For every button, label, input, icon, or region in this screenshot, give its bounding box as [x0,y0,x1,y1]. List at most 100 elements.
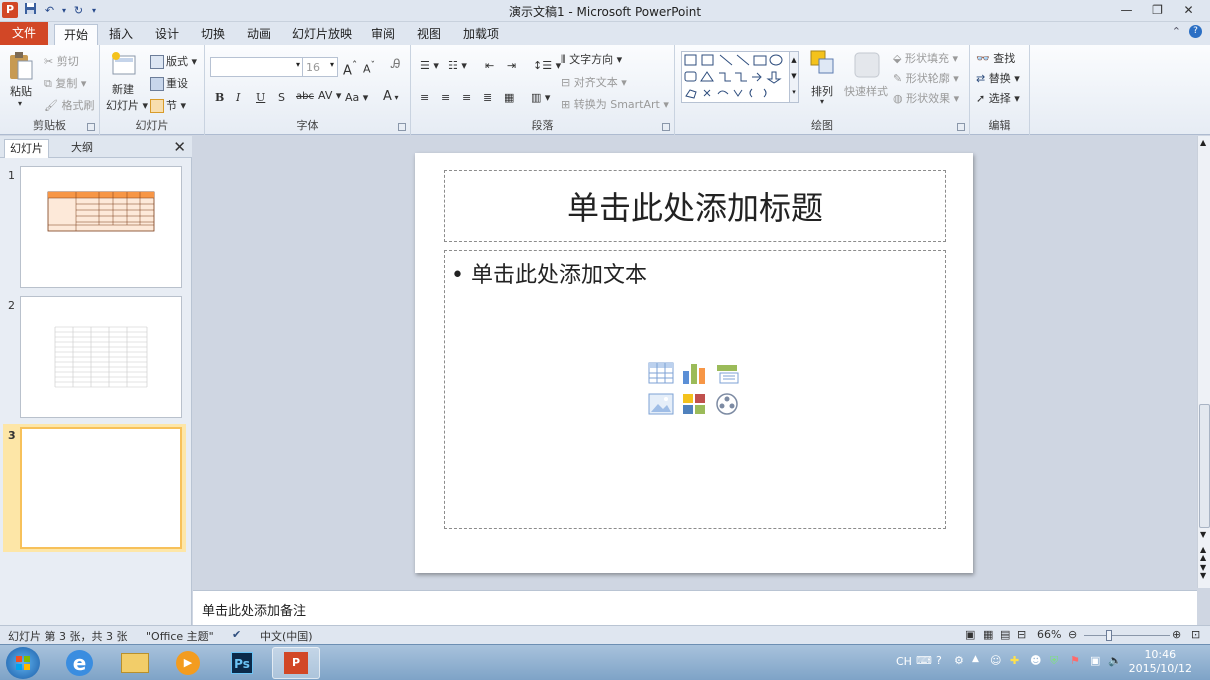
shape-fill-button[interactable]: ⬙ 形状填充 ▾ [893,50,958,66]
format-painter-button[interactable]: 🖌 格式刷 [44,97,94,113]
plus-tray-icon[interactable]: ✚ [1010,654,1019,667]
slide-thumbnail-3[interactable] [17,424,185,552]
powerpoint-taskbar-icon[interactable]: P [272,647,320,679]
scroll-up-icon[interactable]: ▲ [1200,138,1206,147]
clear-format-icon[interactable]: Ꭿ [391,57,400,72]
shape-effects-button[interactable]: ◍ 形状效果 ▾ [893,90,959,106]
char-spacing-icon[interactable]: AV ▾ [318,89,341,102]
maximize-button[interactable]: ❐ [1142,0,1173,20]
tab-design[interactable]: 设计 [150,24,184,45]
fit-slide-icon[interactable]: ⊡ [1191,628,1200,641]
tab-review[interactable]: 审阅 [366,24,400,45]
theme-status[interactable]: "Office 主题" [146,628,214,644]
start-button[interactable] [6,647,40,679]
zoom-slider-thumb[interactable] [1106,630,1112,641]
arrange-icon[interactable] [809,49,837,80]
reset-button[interactable]: 重设 [150,75,188,91]
align-right-icon[interactable]: ≡ [462,91,471,104]
text-direction-button[interactable]: ⫴ 文字方向 ▾ [561,51,622,67]
clipboard-launcher-icon[interactable] [87,123,95,131]
reading-view-icon[interactable]: ▤ [1000,628,1010,641]
close-pane-icon[interactable]: ✕ [173,138,186,156]
ime-settings-icon[interactable]: ⚙ [954,654,964,667]
new-slide-icon[interactable] [110,51,138,80]
paste-dropdown-icon[interactable]: ▾ [18,99,22,108]
strikethrough-icon[interactable]: abc [296,91,314,102]
italic-icon[interactable]: I [236,91,240,104]
shrink-font-icon[interactable]: Aˇ [363,60,375,76]
scroll-thumb[interactable] [1199,404,1210,528]
insert-chart-icon[interactable] [681,361,707,385]
vertical-scrollbar[interactable]: ▲ ▼ ▲ ▲ ▼ ▼ [1197,136,1210,588]
shapes-gallery[interactable] [681,51,799,103]
replace-button[interactable]: ⇄ 替换 ▾ [976,70,1020,86]
slideshow-view-icon[interactable]: ⊟ [1017,628,1026,641]
scroll-down-icon[interactable]: ▼ [1200,530,1206,539]
spellcheck-icon[interactable]: ✔ [232,628,241,641]
shadow-icon[interactable]: S [278,91,285,104]
ie-icon[interactable]: e [56,647,104,679]
font-color-icon[interactable]: A ▾ [383,89,398,104]
insert-clipart-icon[interactable] [681,392,707,416]
align-center-icon[interactable]: ≡ [441,91,450,104]
bullets-icon[interactable]: ☰ ▾ [420,59,439,72]
user-tray-icon[interactable]: ☺ [990,654,1001,667]
tab-addins[interactable]: 加载项 [458,24,504,45]
justify-icon[interactable]: ≣ [483,91,492,104]
zoom-in-icon[interactable]: ⊕ [1172,628,1181,641]
quick-styles-icon[interactable] [853,51,881,82]
sorter-view-icon[interactable]: ▦ [983,628,993,641]
gallery-scroll-icon[interactable]: ▲ ▼ ▾ [789,51,799,103]
keyboard-icon[interactable]: ⌨ [916,654,932,667]
insert-smartart-icon[interactable] [714,361,740,385]
tab-slides[interactable]: 幻灯片 [4,139,49,158]
tab-slideshow[interactable]: 幻灯片放映 [288,24,356,45]
new-slide-label-top[interactable]: 新建 [112,81,134,97]
title-placeholder[interactable]: 单击此处添加标题 [444,170,946,242]
insert-media-icon[interactable] [714,392,740,416]
insert-table-icon[interactable] [648,361,674,385]
copy-button[interactable]: ⧉ 复制 ▾ [44,75,86,91]
photoshop-icon[interactable]: Ps [218,647,266,679]
chevron-down-icon[interactable]: ▾ [820,97,824,106]
qq-tray-icon[interactable]: ☻ [1030,654,1041,667]
zoom-out-icon[interactable]: ⊖ [1068,628,1077,641]
previous-slide-icon[interactable]: ▲ ▲ [1200,546,1206,562]
tab-animations[interactable]: 动画 [242,24,276,45]
content-placeholder[interactable]: • 单击此处添加文本 [444,250,946,529]
tab-view[interactable]: 视图 [412,24,446,45]
shield-icon[interactable]: ⛨ [1050,654,1058,668]
explorer-icon[interactable] [110,647,158,679]
increase-indent-icon[interactable]: ⇥ [507,59,516,72]
next-slide-icon[interactable]: ▼ ▼ [1200,564,1206,580]
slide-thumbnail-1[interactable] [20,166,182,288]
paste-label[interactable]: 粘贴 [10,83,32,99]
select-button[interactable]: ➚ 选择 ▾ [976,90,1020,106]
quick-styles-label[interactable]: 快速样式 [844,83,888,99]
paragraph-launcher-icon[interactable] [662,123,670,131]
section-button[interactable]: 节 ▾ [150,97,186,113]
drawing-launcher-icon[interactable] [957,123,965,131]
distributed-icon[interactable]: ▦ [504,91,514,104]
language-status[interactable]: 中文(中国) [260,628,313,644]
help-tray-icon[interactable]: ? [936,654,942,667]
find-button[interactable]: 👓 查找 [976,50,1015,66]
tab-home[interactable]: 开始 [54,24,98,46]
font-name-combo[interactable]: ▾ [210,57,304,77]
flag-icon[interactable]: ⚑ [1070,654,1080,667]
network-icon[interactable]: ▣ [1090,654,1100,667]
media-player-icon[interactable]: ▶ [164,647,212,679]
new-slide-label-bottom[interactable]: 幻灯片 ▾ [106,97,148,113]
font-launcher-icon[interactable] [398,123,406,131]
bold-icon[interactable]: B [215,91,224,104]
clock[interactable]: 10:46 2015/10/12 [1129,648,1192,676]
minimize-button[interactable]: — [1111,0,1142,20]
paste-icon[interactable] [8,51,34,84]
normal-view-icon[interactable]: ▣ [965,628,975,641]
underline-icon[interactable]: U [256,91,265,104]
cut-button[interactable]: ✂ 剪切 [44,53,79,69]
align-left-icon[interactable]: ≡ [420,91,429,104]
change-case-icon[interactable]: Aa ▾ [345,91,368,104]
decrease-indent-icon[interactable]: ⇤ [485,59,494,72]
tab-file[interactable]: 文件 [0,22,48,45]
